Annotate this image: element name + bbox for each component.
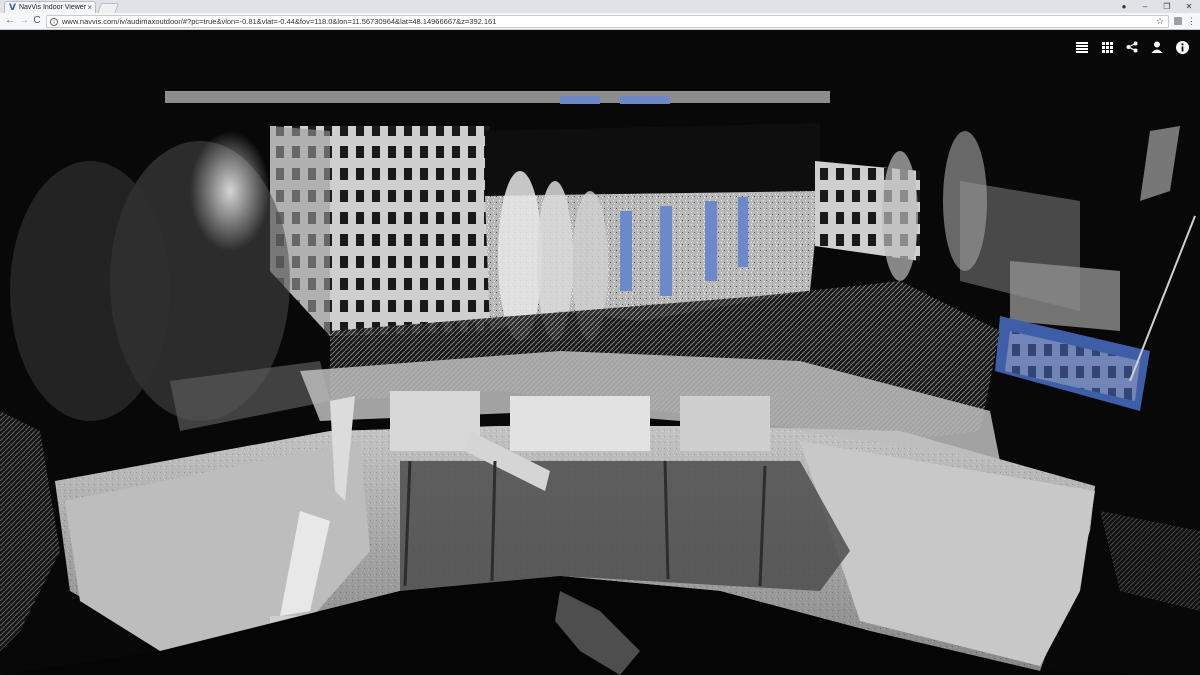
minimize-button[interactable]: – bbox=[1135, 0, 1155, 12]
browser-tab-bar: V NavVis Indoor Viewer × ● – ❐ ✕ bbox=[0, 0, 1200, 14]
maximize-button[interactable]: ❐ bbox=[1157, 0, 1177, 12]
navvis-logo-icon: V bbox=[9, 2, 16, 13]
url-text: www.navvis.com/iv/audimaxoutdoor/#?pc=tr… bbox=[62, 17, 497, 26]
share-icon[interactable] bbox=[1124, 39, 1140, 55]
roof-strip bbox=[165, 91, 830, 103]
site-info-icon[interactable]: i bbox=[50, 17, 58, 26]
point-cloud-viewer[interactable] bbox=[0, 31, 1200, 675]
tab-close-icon[interactable]: × bbox=[87, 3, 92, 12]
back-button[interactable]: ← bbox=[4, 15, 16, 27]
address-bar[interactable]: i www.navvis.com/iv/audimaxoutdoor/#?pc=… bbox=[46, 15, 1169, 28]
grid-icon[interactable] bbox=[1099, 39, 1115, 55]
browser-tab[interactable]: V NavVis Indoor Viewer × bbox=[4, 1, 96, 13]
viewer-toolbar bbox=[1074, 39, 1190, 55]
bookmark-star-icon[interactable]: ☆ bbox=[1156, 16, 1164, 27]
reload-button[interactable]: C bbox=[31, 15, 43, 27]
dark-building bbox=[485, 123, 820, 196]
list-icon[interactable] bbox=[1074, 39, 1090, 55]
forward-button[interactable]: → bbox=[18, 15, 30, 27]
info-icon[interactable] bbox=[1174, 39, 1190, 55]
browser-toolbar: ← → C i www.navvis.com/iv/audimaxoutdoor… bbox=[0, 13, 1200, 30]
browser-menu-icon[interactable]: ⋮ bbox=[1186, 16, 1197, 27]
close-window-button[interactable]: ✕ bbox=[1179, 0, 1199, 12]
tab-title: NavVis Indoor Viewer bbox=[18, 4, 87, 11]
profile-icon[interactable]: ● bbox=[1114, 0, 1134, 12]
extension-icon[interactable] bbox=[1172, 16, 1183, 27]
user-icon[interactable] bbox=[1149, 39, 1165, 55]
point-cloud-scene[interactable] bbox=[0, 31, 1200, 675]
